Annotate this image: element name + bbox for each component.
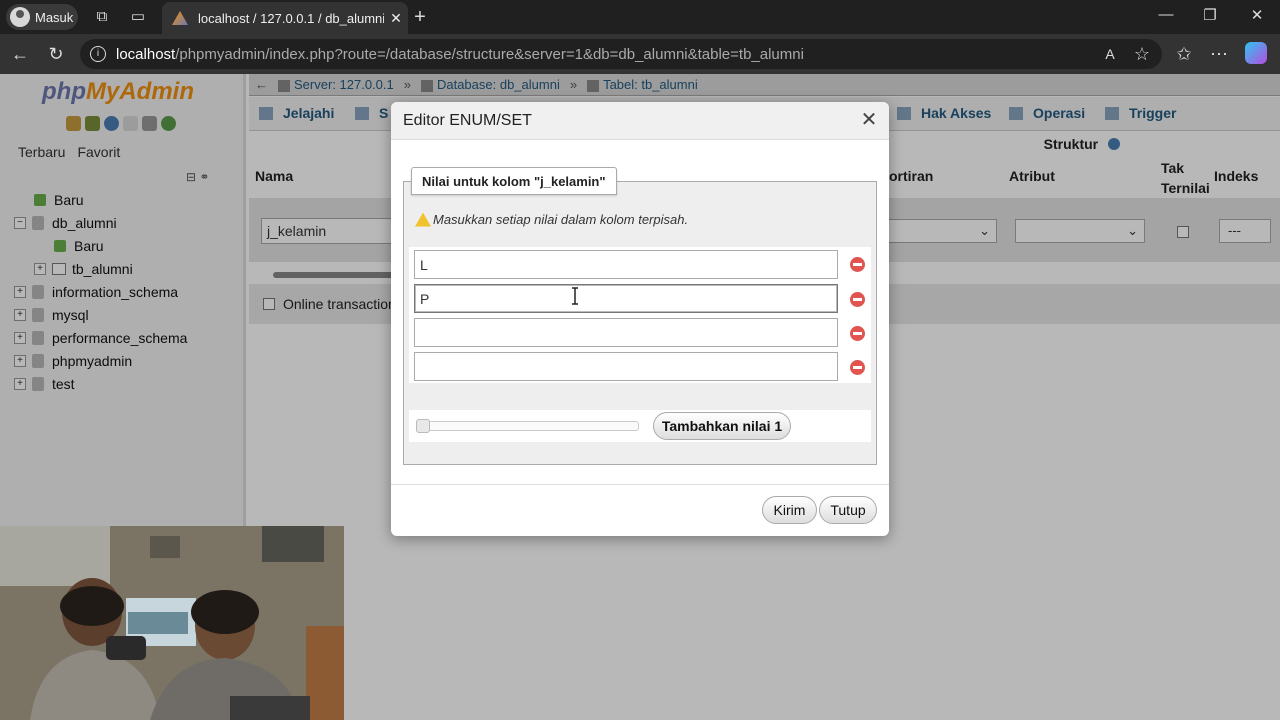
avatar-icon: [10, 7, 30, 27]
value-input-4[interactable]: [414, 352, 838, 381]
restore-icon[interactable]: ❐: [1198, 6, 1222, 24]
remove-value-icon[interactable]: [850, 292, 865, 307]
value-input-2[interactable]: [414, 284, 838, 313]
address-bar-row: ← ↻ i localhost/phpmyadmin/index.php?rou…: [0, 34, 1280, 74]
value-input-3[interactable]: [414, 318, 838, 347]
url-field[interactable]: i localhost/phpmyadmin/index.php?route=/…: [80, 39, 1162, 69]
text-cursor-icon: [572, 287, 578, 305]
browser-tab-active[interactable]: localhost / 127.0.0.1 / db_alumni ✕: [162, 2, 408, 34]
url-path: /phpmyadmin/index.php?route=/database/st…: [175, 45, 804, 63]
site-info-icon[interactable]: i: [90, 46, 106, 62]
close-tab-icon[interactable]: ✕: [384, 10, 408, 27]
tab-title: localhost / 127.0.0.1 / db_alumni: [198, 10, 384, 26]
more-menu-icon[interactable]: ⋯: [1207, 42, 1231, 66]
add-count-slider[interactable]: [416, 419, 639, 433]
value-list: [409, 247, 871, 383]
browser-tab-bar: Masuk ⧉ ▭ localhost / 127.0.0.1 / db_alu…: [0, 0, 1280, 34]
webcam-video-frame: [0, 526, 344, 720]
warning-icon: [415, 212, 431, 227]
favorite-star-icon[interactable]: ☆: [1130, 42, 1154, 66]
close-window-icon[interactable]: ✕: [1245, 6, 1269, 24]
submit-button[interactable]: Kirim: [762, 496, 817, 524]
enum-set-editor-dialog: Editor ENUM/SET ✕ Nilai untuk kolom "j_k…: [391, 102, 889, 536]
hint-label: Masukkan setiap nilai dalam kolom terpis…: [433, 212, 689, 227]
slider-handle[interactable]: [416, 419, 430, 433]
close-icon[interactable]: ✕: [859, 110, 879, 130]
profile-label: Masuk: [35, 9, 74, 25]
add-value-button[interactable]: Tambahkan nilai 1: [653, 412, 791, 440]
remove-value-icon[interactable]: [850, 360, 865, 375]
hint-text: Masukkan setiap nilai dalam kolom terpis…: [415, 212, 688, 227]
read-aloud-icon[interactable]: A: [1098, 42, 1122, 66]
tab-actions-icon[interactable]: ▭: [128, 7, 148, 27]
workspaces-icon[interactable]: ⧉: [92, 7, 112, 27]
webcam-overlay: [0, 526, 344, 720]
add-values-bar: Tambahkan nilai 1: [409, 410, 871, 442]
value-input-1[interactable]: [414, 250, 838, 279]
reload-icon[interactable]: ↻: [44, 42, 68, 66]
dialog-footer-divider: [391, 484, 889, 485]
dialog-title: Editor ENUM/SET: [403, 112, 532, 129]
new-tab-icon[interactable]: +: [410, 7, 430, 27]
minimize-icon[interactable]: —: [1154, 6, 1178, 23]
remove-value-icon[interactable]: [850, 257, 865, 272]
url-host: localhost: [116, 45, 176, 63]
remove-value-icon[interactable]: [850, 326, 865, 341]
fieldset-legend: Nilai untuk kolom "j_kelamin": [411, 167, 617, 195]
back-icon[interactable]: ←: [8, 42, 32, 66]
profile-button[interactable]: Masuk: [6, 4, 78, 30]
phpmyadmin-favicon: [172, 11, 188, 25]
dialog-header: Editor ENUM/SET ✕: [391, 102, 889, 140]
favorites-icon[interactable]: ✩: [1172, 42, 1196, 66]
close-button[interactable]: Tutup: [819, 496, 877, 524]
copilot-icon[interactable]: [1245, 42, 1267, 64]
